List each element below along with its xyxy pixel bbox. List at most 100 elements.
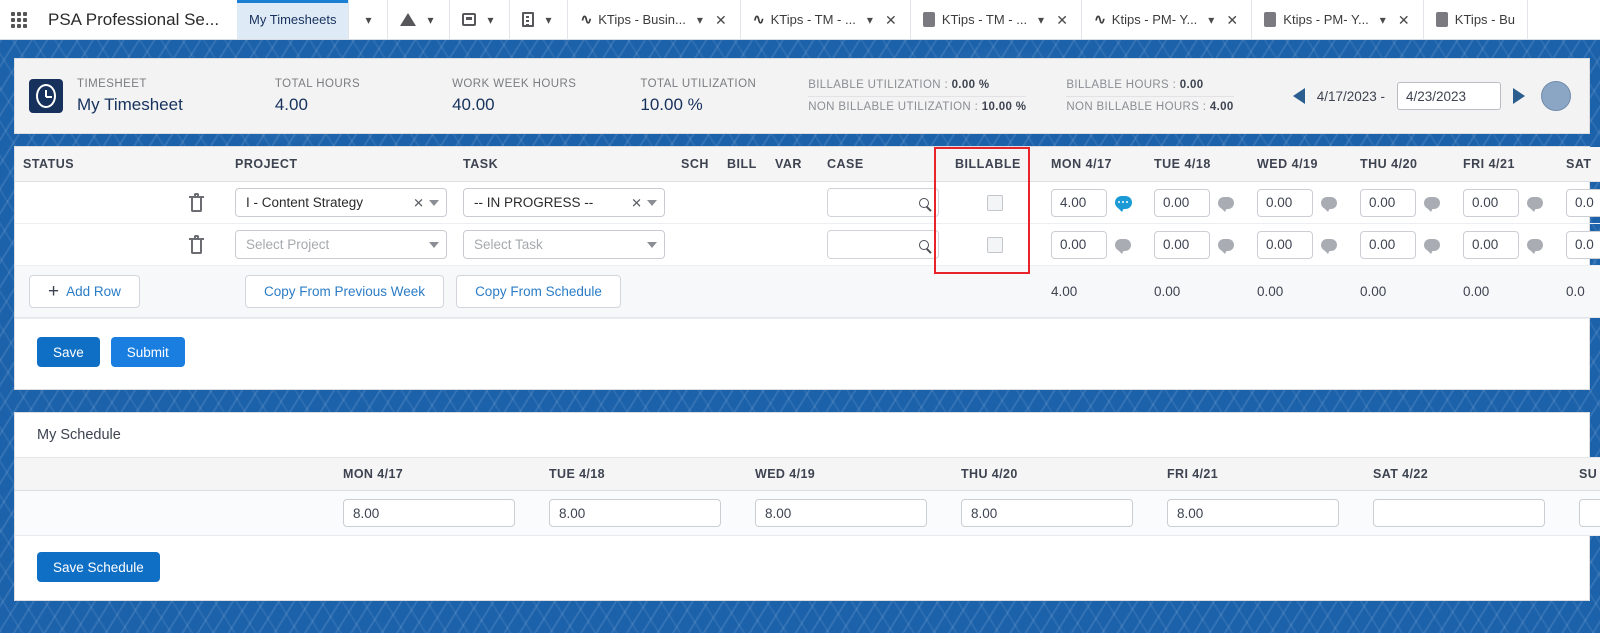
schedule-input-sun[interactable]: [1579, 499, 1600, 527]
chevron-down-icon[interactable]: [647, 199, 657, 206]
trash-icon[interactable]: [188, 235, 205, 254]
schedule-input-fri[interactable]: [1167, 499, 1339, 527]
triangle-icon: [400, 13, 417, 26]
hours-input-mon[interactable]: [1051, 230, 1107, 259]
hours-input-wed[interactable]: [1257, 188, 1313, 217]
chevron-down-icon[interactable]: [429, 241, 439, 248]
chevron-down-icon[interactable]: ▾: [541, 13, 555, 27]
hours-input-mon[interactable]: [1051, 188, 1107, 217]
chevron-down-icon[interactable]: ▾: [361, 13, 375, 27]
schedule-header-row: MON 4/17 TUE 4/18 WED 4/19 THU 4/20 FRI …: [15, 457, 1600, 491]
cell-case: [819, 223, 947, 266]
tab-ktips-business[interactable]: ∿ KTips - Busin... ▾ ✕: [568, 0, 741, 39]
kpi-label: WORK WEEK HOURS: [452, 77, 577, 90]
tab-ktips-pm-1[interactable]: ∿ Ktips - PM- Y... ▾ ✕: [1082, 0, 1253, 39]
save-button[interactable]: Save: [37, 337, 100, 367]
hours-input-tue[interactable]: [1154, 188, 1210, 217]
close-icon[interactable]: ✕: [714, 13, 728, 27]
tab-my-timesheets[interactable]: My Timesheets: [237, 0, 350, 39]
billable-checkbox[interactable]: [987, 194, 1003, 211]
comment-icon[interactable]: [1218, 238, 1234, 254]
case-search-input[interactable]: [827, 230, 939, 259]
value: 4.00: [1209, 100, 1234, 113]
label: NON BILLABLE UTILIZATION :: [808, 100, 979, 113]
add-row-button[interactable]: + Add Row: [29, 275, 140, 308]
schedule-input-sat[interactable]: [1373, 499, 1545, 527]
trash-icon[interactable]: [188, 193, 205, 212]
col-bill: BILL: [719, 147, 767, 182]
chevron-down-icon[interactable]: ▾: [1376, 13, 1390, 27]
task-select[interactable]: -- IN PROGRESS -- ✕: [463, 188, 665, 217]
tab-ktips-pm-2[interactable]: Ktips - PM- Y... ▾ ✕: [1252, 0, 1424, 39]
comment-icon[interactable]: [1321, 196, 1337, 212]
tab-dropdown-1[interactable]: ▾: [349, 0, 389, 39]
tab-ktips-tm-2[interactable]: KTips - TM - ... ▾ ✕: [910, 0, 1083, 39]
chevron-down-icon[interactable]: [647, 241, 657, 248]
totals-spacer-billable: [947, 265, 1043, 318]
schedule-input-thu[interactable]: [961, 499, 1133, 527]
cell-delete: [165, 181, 227, 224]
hours-input-sat[interactable]: [1566, 188, 1600, 217]
tab-monitor[interactable]: ▾: [450, 0, 511, 39]
clock-icon: [29, 79, 63, 113]
save-schedule-button[interactable]: Save Schedule: [37, 552, 160, 582]
arrow-right-icon[interactable]: [1513, 88, 1525, 104]
hours-input-thu[interactable]: [1360, 230, 1416, 259]
chevron-down-icon[interactable]: ▾: [483, 13, 497, 27]
hours-input-sat[interactable]: [1566, 230, 1600, 259]
col-project: PROJECT: [227, 147, 455, 182]
tab-label: KTips - TM - ...: [770, 12, 856, 27]
schedule-input-tue[interactable]: [549, 499, 721, 527]
project-select[interactable]: I - Content Strategy ✕: [235, 188, 447, 217]
project-select-value: I - Content Strategy: [246, 195, 364, 210]
hours-input-wed[interactable]: [1257, 230, 1313, 259]
close-icon[interactable]: ✕: [1397, 13, 1411, 27]
chevron-down-icon[interactable]: ▾: [1204, 13, 1218, 27]
arrow-left-icon[interactable]: [1292, 88, 1305, 104]
hours-input-thu[interactable]: [1360, 188, 1416, 217]
billable-hours: BILLABLE HOURS : 0.00: [1066, 75, 1234, 97]
comment-icon[interactable]: [1527, 196, 1543, 212]
tab-document[interactable]: ▾: [510, 0, 569, 39]
avatar[interactable]: [1541, 81, 1571, 111]
cell-task: Select Task: [455, 223, 673, 266]
chevron-down-icon[interactable]: ▾: [693, 13, 707, 27]
clear-icon[interactable]: ✕: [413, 196, 424, 209]
clear-icon[interactable]: ✕: [631, 196, 642, 209]
tab-ktips-bu[interactable]: KTips - Bu: [1423, 0, 1528, 39]
close-icon[interactable]: ✕: [884, 13, 898, 27]
project-select[interactable]: Select Project: [235, 230, 447, 259]
tab-ktips-tm-1[interactable]: ∿ KTips - TM - ... ▾ ✕: [740, 0, 911, 39]
close-icon[interactable]: ✕: [1055, 13, 1069, 27]
app-launcher-icon[interactable]: [0, 0, 38, 39]
comment-icon[interactable]: [1321, 238, 1337, 254]
case-search-input[interactable]: [827, 188, 939, 217]
schedule-input-wed[interactable]: [755, 499, 927, 527]
tab-triangle[interactable]: ▾: [388, 0, 451, 39]
comment-icon[interactable]: [1424, 238, 1440, 254]
table-row: Select Project Select Task: [15, 223, 1600, 266]
comment-icon[interactable]: [1115, 196, 1132, 212]
submit-button[interactable]: Submit: [110, 337, 185, 367]
chevron-down-icon[interactable]: ▾: [1034, 13, 1048, 27]
hours-input-fri[interactable]: [1463, 230, 1519, 259]
chevron-down-icon[interactable]: ▾: [863, 13, 877, 27]
copy-from-schedule-button[interactable]: Copy From Schedule: [456, 275, 621, 308]
date-range-end-input[interactable]: [1397, 82, 1501, 110]
task-select[interactable]: Select Task: [463, 230, 665, 259]
copy-from-previous-week-button[interactable]: Copy From Previous Week: [245, 275, 445, 308]
sched-col-sun: SU: [1569, 457, 1600, 491]
comment-icon[interactable]: [1527, 238, 1543, 254]
chevron-down-icon[interactable]: ▾: [423, 13, 437, 27]
totals-copy-cell: Copy From Previous Week Copy From Schedu…: [227, 265, 673, 318]
close-icon[interactable]: ✕: [1225, 13, 1239, 27]
chevron-down-icon[interactable]: [429, 199, 439, 206]
col-status: STATUS: [15, 147, 165, 182]
comment-icon[interactable]: [1115, 238, 1131, 254]
comment-icon[interactable]: [1218, 196, 1234, 212]
hours-input-tue[interactable]: [1154, 230, 1210, 259]
hours-input-fri[interactable]: [1463, 188, 1519, 217]
schedule-input-mon[interactable]: [343, 499, 515, 527]
comment-icon[interactable]: [1424, 196, 1440, 212]
billable-checkbox[interactable]: [987, 236, 1003, 253]
